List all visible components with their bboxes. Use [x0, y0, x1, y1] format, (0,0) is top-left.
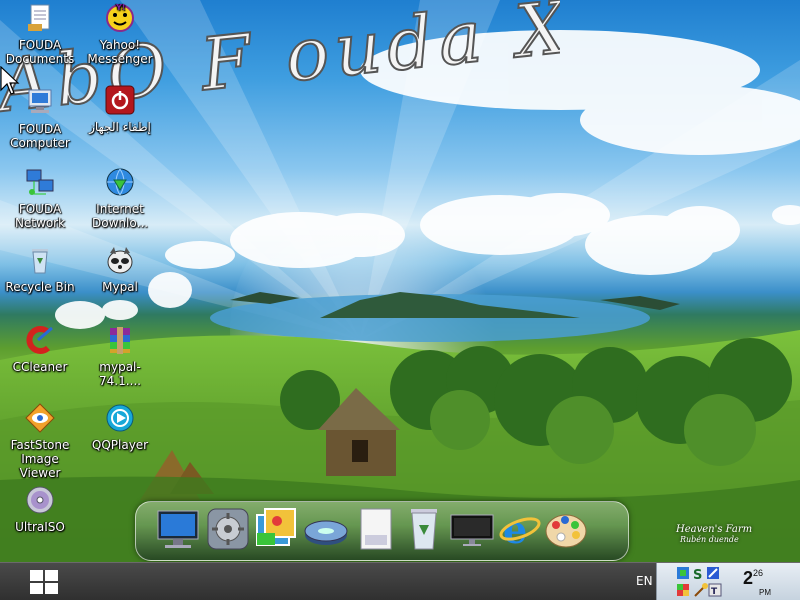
- language-indicator[interactable]: EN: [636, 574, 653, 588]
- recycle-bin-icon: [24, 244, 56, 276]
- sync-tray-icon[interactable]: S: [693, 568, 702, 583]
- qqplayer-icon: [104, 402, 136, 434]
- yahoo-messenger-icon: Y!: [104, 2, 136, 34]
- system-clock[interactable]: 226 PM: [743, 568, 771, 597]
- computer-icon: [24, 86, 56, 118]
- svg-text:T: T: [711, 587, 718, 597]
- desktop-icon-faststone[interactable]: FastStone Image Viewer: [0, 402, 80, 480]
- paint-palette-icon: [545, 514, 587, 548]
- desktop-icon-yahoo-messenger[interactable]: Y! Yahoo! Messenger: [80, 2, 160, 66]
- documents-icon: [24, 2, 56, 34]
- desktop-icon-label: Mypal: [102, 280, 138, 294]
- desktop-icon-mypal[interactable]: Mypal: [80, 244, 160, 294]
- taskbar: EN S T 226 PM: [0, 562, 800, 600]
- desktop-icon-label: FastStone: [10, 438, 70, 452]
- internet-explorer-icon: e: [499, 507, 541, 552]
- settings-icon: [207, 508, 249, 550]
- desktop-icon-label: FOUDA: [18, 202, 62, 216]
- flag-tray-icon[interactable]: [677, 584, 689, 596]
- dock-drive[interactable]: [303, 505, 349, 553]
- document-icon: [360, 508, 392, 550]
- desktop-icon-label: FOUDA: [18, 38, 62, 52]
- desktop-icon-label: Yahoo!: [99, 38, 141, 52]
- tools-tray-icon[interactable]: [707, 567, 719, 579]
- dock-trash[interactable]: [401, 505, 447, 553]
- dock-settings[interactable]: [205, 505, 251, 553]
- windows-logo-icon: [30, 570, 58, 594]
- desktop-icon-label: CCleaner: [12, 360, 68, 374]
- desktop-icon-label: UltraISO: [15, 520, 65, 534]
- desktop-icon-label-line2: Messenger: [87, 52, 153, 66]
- desktop-icon-mypal-archive[interactable]: mypal-74.1....: [80, 324, 160, 388]
- dock-photos[interactable]: [253, 505, 299, 553]
- faststone-icon: [24, 402, 56, 434]
- desktop-icon-label: QQPlayer: [91, 438, 149, 452]
- desktop-icon-label-line2: Documents: [5, 52, 75, 66]
- network-icon: [24, 166, 56, 198]
- desktop-icon-ultraiso[interactable]: UltraISO: [0, 484, 80, 534]
- dock-document[interactable]: [353, 505, 399, 553]
- desktop-icon-label-line2: Image Viewer: [19, 452, 61, 480]
- ccleaner-icon: [24, 324, 56, 356]
- internet-download-manager-icon: [104, 166, 136, 198]
- desktop-icon-label: FOUDA: [18, 122, 62, 136]
- winrar-archive-icon: [104, 324, 136, 356]
- system-tray: S T 226 PM: [656, 563, 800, 600]
- dock-monitor[interactable]: [155, 505, 201, 553]
- mouse-cursor-icon: [0, 66, 20, 95]
- tray-icons: S T: [677, 567, 722, 597]
- desktop-icon-ccleaner[interactable]: CCleaner: [0, 324, 80, 374]
- desktop-icon-documents[interactable]: FOUDA Documents: [0, 2, 80, 66]
- svg-text:e: e: [503, 507, 527, 552]
- text-tray-icon[interactable]: T: [708, 583, 722, 597]
- trash-icon: [411, 509, 437, 550]
- start-button[interactable]: [26, 566, 62, 598]
- network-tray-icon[interactable]: [677, 567, 689, 579]
- desktop-icon-shutdown[interactable]: إطفاء الجهاز: [80, 84, 160, 134]
- shutdown-icon: [104, 84, 136, 116]
- desktop-icon-recycle-bin[interactable]: Recycle Bin: [0, 244, 80, 294]
- desktop-icon-label: Internet: [96, 202, 144, 216]
- dock-bar: e: [135, 497, 629, 563]
- svg-text:S: S: [693, 568, 702, 583]
- desktop-icon-qqplayer[interactable]: QQPlayer: [80, 402, 160, 452]
- mypal-icon: [104, 244, 136, 276]
- desktop-icon-label: إطفاء الجهاز: [89, 120, 151, 134]
- desktop-icon-network[interactable]: FOUDA Network: [0, 166, 80, 230]
- dock-paint[interactable]: [543, 505, 589, 553]
- photos-icon: [256, 508, 296, 546]
- ultraiso-icon: [24, 484, 56, 516]
- drive-icon: [304, 520, 348, 545]
- desktop-icon-label-line2: Network: [14, 216, 66, 230]
- svg-text:Y!: Y!: [115, 3, 125, 12]
- clock-minute: 26: [753, 568, 764, 578]
- display-icon: [450, 514, 494, 546]
- clock-hour: 2: [743, 568, 754, 588]
- desktop-icon-internet-download-manager[interactable]: Internet Downlo...: [80, 166, 160, 230]
- dock-display[interactable]: [449, 505, 495, 553]
- desktop-icon-label: mypal-74.1....: [99, 360, 141, 388]
- dock-internet-explorer[interactable]: e: [497, 505, 543, 553]
- wallpaper-signature: Heaven's Farm Rubén duende: [676, 524, 752, 544]
- desktop-icon-label: Recycle Bin: [5, 280, 75, 294]
- signature-sub-text: Rubén duende: [680, 535, 739, 544]
- monitor-icon: [157, 510, 199, 548]
- wand-tray-icon[interactable]: [694, 583, 708, 597]
- desktop-icon-label-line2: Downlo...: [92, 216, 148, 230]
- clock-ampm: PM: [759, 588, 771, 597]
- signature-text: Heaven's Farm: [676, 524, 753, 535]
- desktop-icon-label-line2: Computer: [10, 136, 70, 150]
